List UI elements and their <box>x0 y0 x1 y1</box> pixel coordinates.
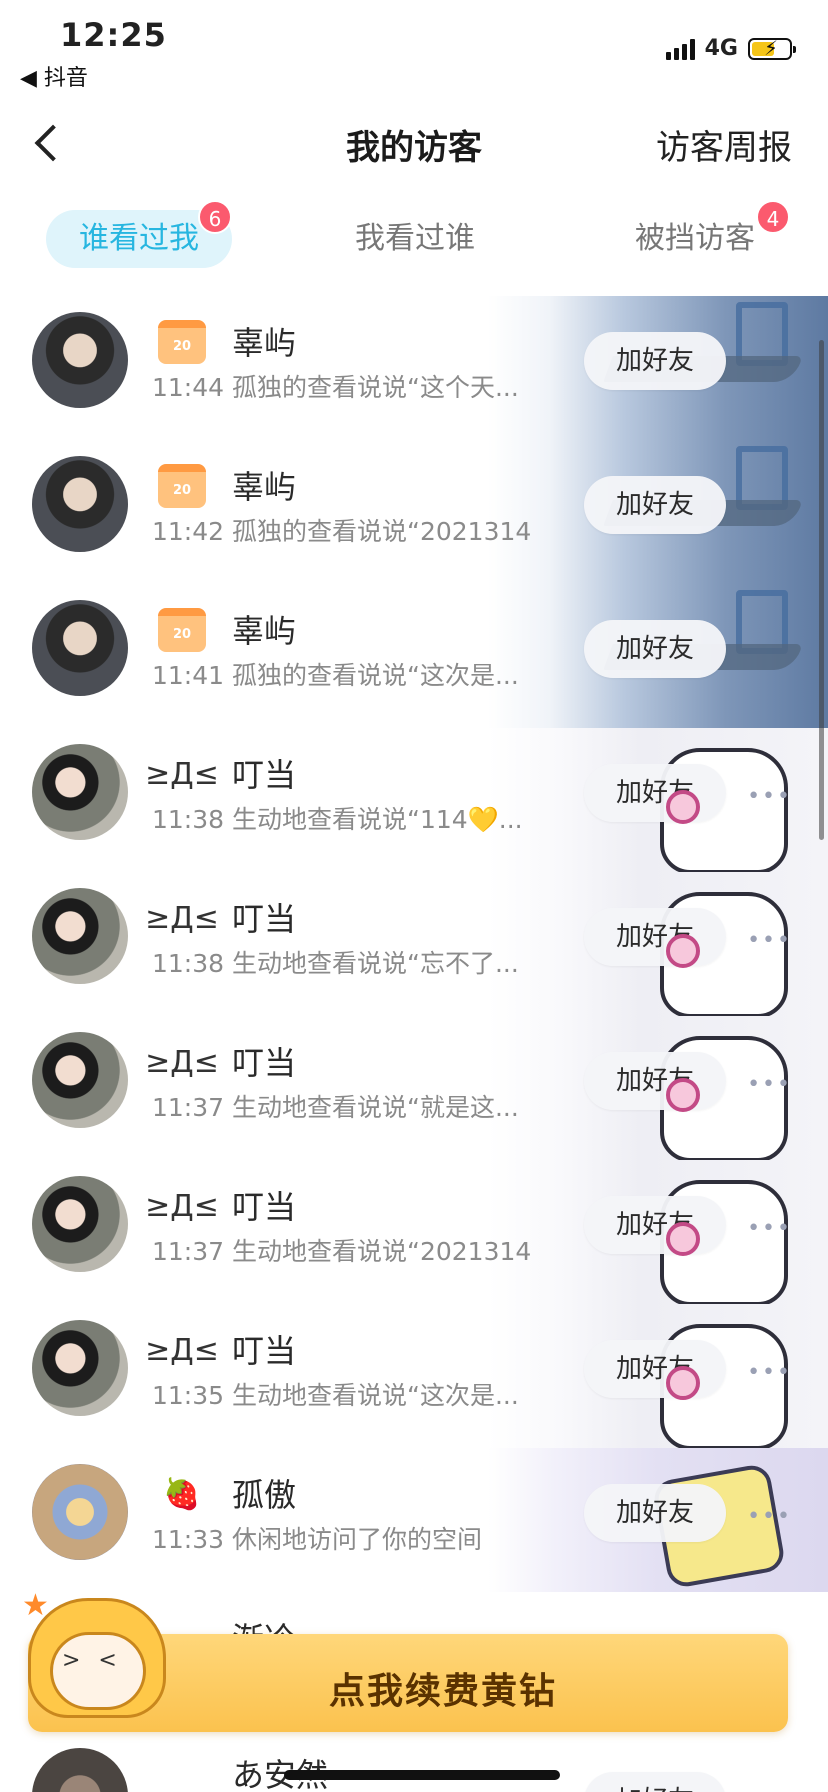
add-friend-button[interactable]: 加好友 <box>584 476 726 534</box>
avatar[interactable] <box>32 1032 128 1128</box>
visit-description: 11:33 休闲地访问了你的空间 <box>152 1525 482 1554</box>
more-dots-icon[interactable]: ••• <box>747 1216 792 1241</box>
tab-badge: 6 <box>198 200 232 234</box>
calendar-20-icon: 20 <box>158 320 206 364</box>
status-time: 12:25 <box>60 16 167 54</box>
strawberry-icon: 🍓 <box>163 1476 201 1512</box>
more-dots-icon[interactable]: ••• <box>747 1360 792 1385</box>
visitor-list: 20 辜屿 11:44 孤独的查看说说“这个天... 加好友 20 辜屿 11:… <box>0 296 828 1736</box>
battery-icon: ⚡ <box>748 36 796 60</box>
visitor-row[interactable]: 20 辜屿 11:44 孤独的查看说说“这个天... 加好友 <box>0 296 828 440</box>
avatar[interactable] <box>32 888 128 984</box>
visitor-row[interactable]: 20 辜屿 11:42 孤独的查看说说“2021314 加好友 <box>0 440 828 584</box>
visitor-row[interactable]: ≥Д≤ 叮当 11:38 生动地查看说说“114💛... 加好友 ••• <box>0 728 828 872</box>
tab-label: 被挡访客 <box>635 221 755 256</box>
visitor-nickname: 辜屿 <box>232 468 297 506</box>
squint-face-icon: ≥Д≤ <box>145 1044 219 1080</box>
home-indicator[interactable] <box>284 1770 560 1780</box>
calendar-20-icon: 20 <box>158 464 206 508</box>
weekly-report-button[interactable]: 访客周报 <box>656 120 792 169</box>
visit-description: 11:42 孤独的查看说说“2021314 <box>152 517 532 546</box>
tab-badge: 4 <box>756 200 790 234</box>
network-type: 4G <box>704 36 738 61</box>
visitor-row[interactable]: ≥Д≤ 叮当 11:38 生动地查看说说“忘不了... 加好友 ••• <box>0 872 828 1016</box>
more-dots-icon[interactable]: ••• <box>747 1072 792 1097</box>
visitor-nickname: 叮当 <box>232 1044 297 1082</box>
squint-face-icon: ≥Д≤ <box>145 756 219 792</box>
visitor-nickname: 辜屿 <box>232 324 297 362</box>
scrollbar[interactable] <box>819 340 824 840</box>
visitor-nickname: 孤傲 <box>232 1476 297 1514</box>
add-friend-button[interactable]: 加好友 <box>584 908 726 966</box>
tab-label: 谁看过我 <box>79 221 199 256</box>
add-friend-button[interactable]: 加好友 <box>584 620 726 678</box>
visitor-row[interactable]: 20 辜屿 11:41 孤独的查看说说“这次是... 加好友 <box>0 584 828 728</box>
more-dots-icon[interactable]: ••• <box>747 784 792 809</box>
add-friend-button[interactable]: 加好友 <box>584 332 726 390</box>
visitor-nickname: 叮当 <box>232 756 297 794</box>
squint-face-icon: ≥Д≤ <box>145 1332 219 1368</box>
squint-face-icon: ≥Д≤ <box>145 900 219 936</box>
visit-description: 11:37 生动地查看说说“2021314 <box>152 1237 532 1266</box>
visit-description: 11:38 生动地查看说说“114💛... <box>152 805 523 834</box>
squint-face-icon: ≥Д≤ <box>145 1188 219 1224</box>
visitor-nickname: 叮当 <box>232 1332 297 1370</box>
visitor-row[interactable]: あ安然 加好友 <box>0 1736 828 1792</box>
visitor-nickname: 辜屿 <box>232 612 297 650</box>
signal-icon <box>665 38 695 60</box>
visitor-row[interactable]: ≥Д≤ 叮当 11:37 生动地查看说说“2021314 加好友 ••• <box>0 1160 828 1304</box>
visitor-nickname: 叮当 <box>232 1188 297 1226</box>
add-friend-button[interactable]: 加好友 <box>584 1340 726 1398</box>
avatar[interactable] <box>32 312 128 408</box>
avatar[interactable] <box>32 1320 128 1416</box>
avatar[interactable] <box>32 1748 128 1792</box>
visitor-tabs: 谁看过我 6 我看过谁 被挡访客 4 <box>0 198 828 280</box>
tab-label: 我看过谁 <box>355 221 475 256</box>
avatar[interactable] <box>32 456 128 552</box>
visit-description: 11:41 孤独的查看说说“这次是... <box>152 661 519 690</box>
mascot-icon: >< ★ <box>22 1588 172 1738</box>
visit-description: 11:35 生动地查看说说“这次是... <box>152 1381 519 1410</box>
visit-description: 11:38 生动地查看说说“忘不了... <box>152 949 519 978</box>
more-dots-icon[interactable]: ••• <box>747 1504 792 1529</box>
avatar[interactable] <box>32 600 128 696</box>
visitor-row[interactable]: ≥Д≤ 叮当 11:35 生动地查看说说“这次是... 加好友 ••• <box>0 1304 828 1448</box>
avatar[interactable] <box>32 1176 128 1272</box>
avatar[interactable] <box>32 744 128 840</box>
status-bar: 12:25 ◀ 抖音 4G ⚡ <box>0 0 828 96</box>
tab-who-viewed-me[interactable]: 谁看过我 6 <box>46 200 232 268</box>
status-indicators: 4G ⚡ <box>665 36 796 61</box>
add-friend-button[interactable]: 加好友 <box>584 1484 726 1542</box>
visitor-row[interactable]: ≥Д≤ 叮当 11:37 生动地查看说说“就是这... 加好友 ••• <box>0 1016 828 1160</box>
tab-blocked-visitors[interactable]: 被挡访客 4 <box>600 200 790 268</box>
more-dots-icon[interactable]: ••• <box>747 928 792 953</box>
back-to-app-link[interactable]: ◀ 抖音 <box>20 60 88 92</box>
nav-header: 我的访客 访客周报 <box>0 96 828 188</box>
visitor-row[interactable]: 🍓 孤傲 11:33 休闲地访问了你的空间 加好友 ••• <box>0 1448 828 1592</box>
add-friend-button[interactable]: 加好友 <box>584 764 726 822</box>
add-friend-button[interactable]: 加好友 <box>584 1772 726 1792</box>
visitor-nickname: 叮当 <box>232 900 297 938</box>
add-friend-button[interactable]: 加好友 <box>584 1196 726 1254</box>
visit-description: 11:44 孤独的查看说说“这个天... <box>152 373 519 402</box>
tab-who-i-viewed[interactable]: 我看过谁 <box>320 210 510 268</box>
avatar[interactable] <box>32 1464 128 1560</box>
visit-description: 11:37 生动地查看说说“就是这... <box>152 1093 519 1122</box>
add-friend-button[interactable]: 加好友 <box>584 1052 726 1110</box>
calendar-20-icon: 20 <box>158 608 206 652</box>
